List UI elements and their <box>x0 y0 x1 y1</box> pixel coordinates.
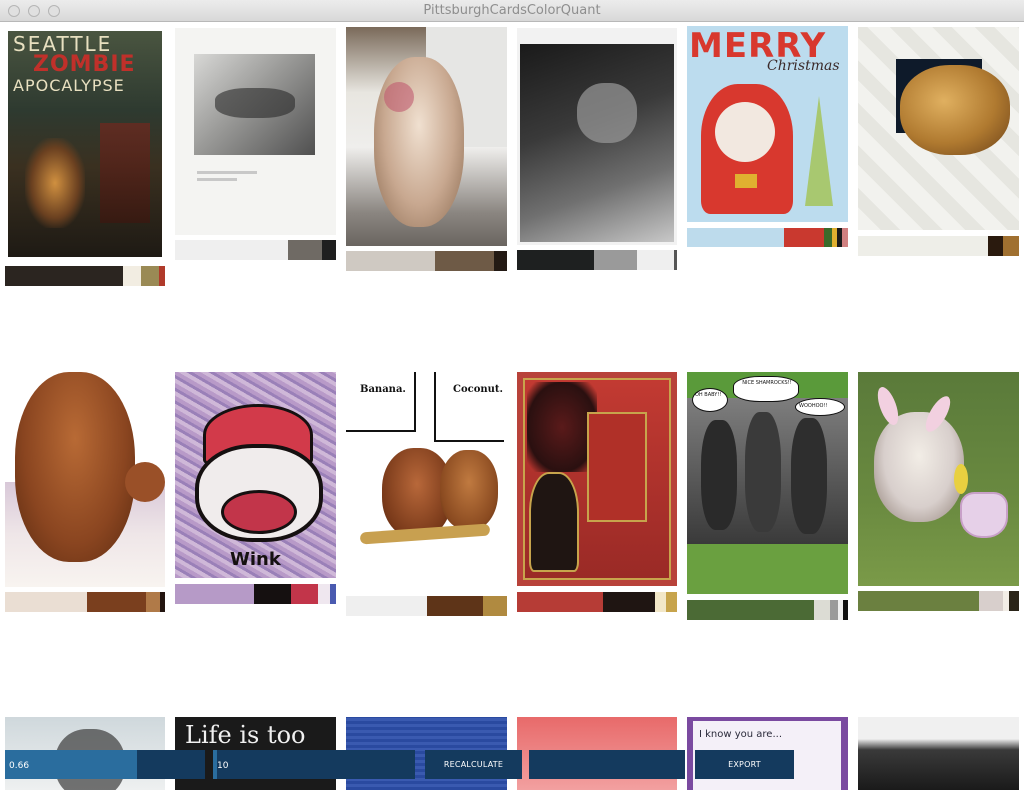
palette-swatch <box>318 584 330 604</box>
card-bw-dog <box>517 28 677 245</box>
palette-swatch <box>654 592 666 612</box>
palette-swatch <box>141 266 159 286</box>
card-seattle-zombie: SEATTLE ZOMBIE APOCALYPSE <box>5 28 165 260</box>
palette-swatch <box>1009 591 1019 611</box>
card-text-zombie: ZOMBIE <box>33 52 136 77</box>
palette-bar <box>175 584 336 604</box>
card-dachshund-blanket <box>5 372 165 587</box>
comic-bubble-nice-shamrocks: NICE SHAMROCKS!! <box>742 380 792 386</box>
palette-bar <box>517 592 678 612</box>
palette-swatch <box>517 250 594 270</box>
window-titlebar: PittsburghCardsColorQuant <box>0 0 1024 22</box>
palette-swatch <box>5 266 124 286</box>
palette-swatch <box>687 228 784 247</box>
card-dachshund-photo <box>175 28 336 235</box>
palette-swatch <box>494 251 507 271</box>
comic-bubble-woohoo: WOOHOO!! <box>799 403 828 409</box>
palette-swatch <box>603 592 655 612</box>
palette-swatch <box>287 240 322 260</box>
palette-bar <box>5 266 165 286</box>
palette-bar <box>346 596 507 616</box>
palette-swatch <box>517 592 604 612</box>
palette-swatch <box>158 266 165 286</box>
card-golden-dog <box>858 27 1019 230</box>
card-text-christmas: Christmas <box>767 58 840 74</box>
palette-swatch <box>160 592 165 612</box>
card-shamrocks-comic: OH BABY!! NICE SHAMROCKS!! WOOHOO!! <box>687 372 848 594</box>
blank-control[interactable] <box>529 750 685 779</box>
palette-bar <box>858 236 1019 256</box>
palette-swatch <box>843 600 848 620</box>
palette-swatch <box>86 592 146 612</box>
palette-swatch <box>830 600 839 620</box>
card-chinese-new-year <box>517 372 677 586</box>
palette-swatch <box>978 591 1003 611</box>
palette-bar <box>175 240 336 260</box>
palette-swatch <box>175 240 288 260</box>
palette-swatch <box>593 250 637 270</box>
palette-swatch <box>434 251 495 271</box>
comic-bubble-oh-baby: OH BABY!! <box>695 392 722 398</box>
palette-swatch <box>253 584 291 604</box>
palette-bar <box>687 228 848 247</box>
palette-swatch <box>145 592 161 612</box>
card-text-apocalypse: APOCALYPSE <box>13 76 125 95</box>
palette-swatch <box>346 251 435 271</box>
window-title: PittsburghCardsColorQuant <box>423 3 601 18</box>
card-text-coconut: Coconut. <box>453 384 504 395</box>
palette-swatch <box>687 600 815 620</box>
palette-swatch <box>346 596 427 616</box>
export-button[interactable]: EXPORT <box>695 750 794 779</box>
palette-swatch <box>290 584 319 604</box>
palette-swatch <box>783 228 824 247</box>
palette-swatch <box>823 228 832 247</box>
card-bulldog-waving <box>346 27 507 246</box>
card-sock-monkey: Wink <box>175 372 336 578</box>
card-row3-6 <box>858 717 1019 790</box>
threshold-slider[interactable]: 0.66 <box>5 750 205 779</box>
palette-swatch <box>673 250 677 270</box>
palette-swatch <box>665 592 678 612</box>
card-two-monkeys: Banana. Coconut. <box>346 372 507 591</box>
palette-bar <box>517 250 677 270</box>
palette-bar <box>858 591 1019 611</box>
card-text-life-is-too: Life is too <box>185 721 306 749</box>
palette-swatch <box>123 266 141 286</box>
card-merry-christmas: MERRY Christmas <box>687 26 848 222</box>
palette-swatch <box>858 236 989 256</box>
card-text-banana: Banana. <box>360 384 406 395</box>
threshold-slider-label: 0.66 <box>9 761 30 771</box>
palette-swatch <box>841 228 848 247</box>
palette-swatch <box>637 250 674 270</box>
card-text-i-know-you: I know you are... <box>699 729 782 740</box>
palette-swatch <box>482 596 507 616</box>
palette-swatch <box>858 591 979 611</box>
palette-swatch <box>5 592 87 612</box>
color-count-slider-label: 10 <box>217 761 229 771</box>
recalculate-button[interactable]: RECALCULATE <box>425 750 522 779</box>
palette-swatch <box>175 584 254 604</box>
palette-bar <box>5 592 165 612</box>
card-text-wink: Wink <box>230 549 281 570</box>
color-count-slider[interactable]: 10 <box>213 750 415 779</box>
palette-swatch <box>426 596 483 616</box>
palette-swatch <box>321 240 336 260</box>
card-bunny-bulldog <box>858 372 1019 586</box>
palette-bar <box>346 251 507 271</box>
palette-swatch <box>329 584 336 604</box>
palette-bar <box>687 600 848 620</box>
palette-swatch <box>814 600 831 620</box>
palette-swatch <box>988 236 1003 256</box>
palette-swatch <box>1002 236 1019 256</box>
